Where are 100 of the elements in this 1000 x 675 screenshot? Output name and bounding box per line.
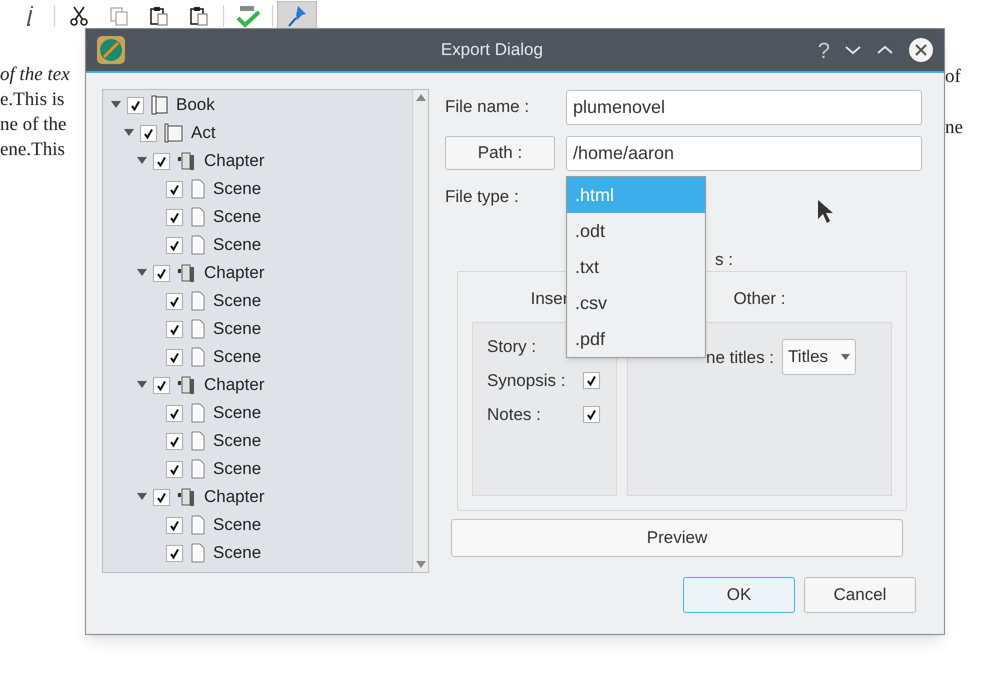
checkbox[interactable] bbox=[140, 124, 157, 142]
tree-item[interactable]: Chapter bbox=[103, 371, 412, 399]
tree-item[interactable]: Chapter bbox=[103, 147, 412, 175]
tree-item[interactable]: Book bbox=[103, 91, 412, 119]
document-text: e.This is bbox=[0, 88, 64, 112]
tree-item[interactable]: Scene bbox=[103, 175, 412, 203]
checkbox[interactable] bbox=[166, 348, 183, 366]
checkmark-icon bbox=[586, 409, 597, 420]
tree-item[interactable]: Scene bbox=[103, 315, 412, 343]
checkmark-icon bbox=[156, 156, 167, 166]
checkbox[interactable] bbox=[153, 264, 170, 282]
checkbox[interactable] bbox=[166, 404, 183, 422]
group-title: Other : bbox=[734, 288, 786, 310]
cancel-button[interactable]: Cancel bbox=[804, 577, 916, 613]
dropdown-option[interactable]: .txt bbox=[567, 249, 705, 285]
option-label: ne titles : bbox=[706, 346, 774, 368]
book-icon bbox=[150, 95, 170, 115]
window-title: Export Dialog bbox=[440, 39, 544, 62]
field-label: File type : bbox=[445, 186, 519, 208]
checkbox[interactable] bbox=[166, 460, 183, 478]
tree-item[interactable]: Act bbox=[103, 119, 412, 147]
checkmark-icon bbox=[169, 212, 180, 222]
checkmark-icon bbox=[169, 240, 180, 250]
tree-item[interactable]: Scene bbox=[103, 427, 412, 455]
expanded-arrow-icon[interactable] bbox=[137, 493, 147, 501]
dropdown-option[interactable]: .odt bbox=[567, 213, 705, 249]
checkbox[interactable] bbox=[153, 376, 170, 394]
checkbox[interactable] bbox=[166, 432, 183, 450]
expanded-arrow-icon[interactable] bbox=[137, 381, 147, 389]
expanded-arrow-icon[interactable] bbox=[137, 269, 147, 277]
scroll-down-icon[interactable] bbox=[416, 561, 426, 568]
checkmark-icon bbox=[169, 184, 180, 194]
option-label: Synopsis : bbox=[487, 370, 566, 392]
page-icon bbox=[189, 235, 207, 255]
document-text: of bbox=[945, 65, 962, 89]
mouse-pointer-icon bbox=[817, 199, 835, 225]
copy-icon bbox=[108, 5, 130, 27]
checkbox[interactable] bbox=[166, 320, 183, 338]
page-icon bbox=[189, 543, 207, 563]
page-icon bbox=[189, 431, 207, 451]
dropdown-option[interactable]: .pdf bbox=[567, 321, 705, 357]
document-text: ne bbox=[945, 116, 963, 140]
checkmark-icon bbox=[169, 324, 180, 334]
path-field[interactable]: /home/aaron bbox=[566, 136, 922, 170]
page-icon bbox=[189, 319, 207, 339]
checkbox[interactable] bbox=[166, 180, 183, 198]
tree-item[interactable]: Scene bbox=[103, 455, 412, 483]
tree-item[interactable]: Scene bbox=[103, 511, 412, 539]
caret-icon bbox=[841, 354, 850, 360]
checkbox[interactable] bbox=[127, 96, 144, 114]
path-button[interactable]: Path : bbox=[445, 136, 555, 170]
checkbox[interactable] bbox=[583, 406, 600, 423]
tree-item[interactable]: Scene bbox=[103, 539, 412, 567]
page-icon bbox=[189, 347, 207, 367]
tree-item[interactable]: Chapter bbox=[103, 259, 412, 287]
group-title: s : bbox=[715, 249, 733, 271]
tree-item[interactable]: Scene bbox=[103, 399, 412, 427]
page-icon bbox=[189, 291, 207, 311]
page-icon bbox=[189, 403, 207, 423]
clipboard-icon bbox=[148, 5, 170, 27]
ok-button[interactable]: OK bbox=[683, 577, 795, 613]
maximize-icon[interactable] bbox=[876, 44, 894, 56]
checkmark-icon bbox=[169, 296, 180, 306]
tree-item[interactable]: Scene bbox=[103, 287, 412, 315]
help-button[interactable]: ? bbox=[818, 34, 830, 66]
minimize-icon[interactable] bbox=[844, 44, 862, 56]
page-icon bbox=[189, 207, 207, 227]
checkmark-icon bbox=[169, 352, 180, 362]
document-text: ene.This bbox=[0, 138, 65, 162]
tree-item[interactable]: Scene bbox=[103, 231, 412, 259]
checkbox[interactable] bbox=[153, 152, 170, 170]
checkbox[interactable] bbox=[153, 488, 170, 506]
checkmark-icon bbox=[169, 464, 180, 474]
checkmark-icon bbox=[169, 520, 180, 530]
preview-button[interactable]: Preview bbox=[451, 519, 903, 557]
checkbox[interactable] bbox=[166, 516, 183, 534]
checkbox[interactable] bbox=[166, 236, 183, 254]
tree-item[interactable]: Chapter bbox=[103, 483, 412, 511]
checkmark-icon bbox=[130, 100, 141, 110]
close-icon[interactable] bbox=[908, 37, 934, 63]
scene-titles-combo[interactable]: Titles bbox=[782, 338, 856, 374]
app-logo-icon bbox=[96, 35, 126, 65]
tree-item[interactable]: Scene bbox=[103, 343, 412, 371]
checkbox[interactable] bbox=[166, 544, 183, 562]
scroll-up-icon[interactable] bbox=[416, 94, 426, 101]
scrollbar[interactable] bbox=[412, 90, 428, 572]
document-text: ne of the bbox=[0, 113, 66, 137]
page-icon bbox=[189, 459, 207, 479]
checkbox[interactable] bbox=[166, 292, 183, 310]
option-label: Notes : bbox=[487, 404, 542, 426]
expanded-arrow-icon[interactable] bbox=[137, 157, 147, 165]
checkbox[interactable] bbox=[583, 372, 600, 389]
checkbox[interactable] bbox=[166, 208, 183, 226]
expanded-arrow-icon[interactable] bbox=[124, 129, 134, 137]
group-title: Inser bbox=[530, 288, 568, 310]
checkmark-icon bbox=[156, 268, 167, 278]
tree-item[interactable]: Scene bbox=[103, 203, 412, 231]
expanded-arrow-icon[interactable] bbox=[111, 101, 121, 109]
dropdown-option[interactable]: .csv bbox=[567, 285, 705, 321]
file-name-field[interactable]: plumenovel bbox=[566, 90, 922, 124]
